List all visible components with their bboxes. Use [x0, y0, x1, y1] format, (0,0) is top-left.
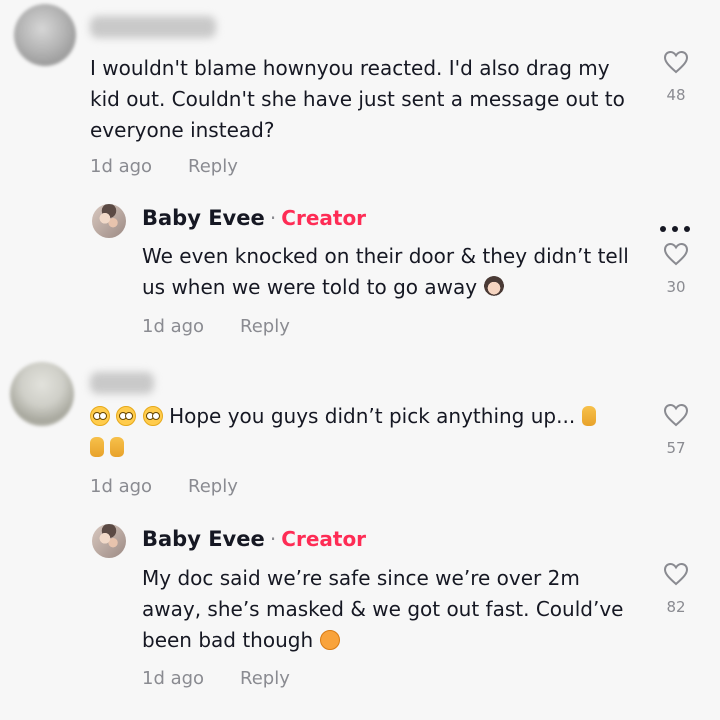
comment-line: been bad though: [142, 625, 652, 656]
comment-timestamp: 1d ago: [90, 156, 153, 177]
commenter-avatar[interactable]: [14, 4, 76, 66]
comment-body: We even knocked on their door & they did…: [142, 241, 652, 303]
comment-body: My doc said we’re safe since we’re over …: [142, 563, 652, 656]
comment-timestamp: 1d ago: [142, 316, 205, 337]
commenter-name-blurred[interactable]: [90, 16, 216, 38]
comment-line: [90, 432, 650, 463]
like-heart-icon[interactable]: [663, 50, 689, 74]
author-name[interactable]: Baby Evee: [142, 527, 265, 551]
comment-line: kid out. Couldn't she have just sent a m…: [90, 87, 625, 111]
flushed-face-icon: [90, 406, 110, 426]
comment-header: Baby Evee · Creator: [142, 206, 366, 230]
crossed-fingers-icon: [90, 437, 104, 457]
comment-line: away, she’s masked & we got out fast. Co…: [142, 597, 624, 621]
reply-button[interactable]: Reply: [240, 668, 290, 689]
creator-avatar[interactable]: [92, 204, 126, 238]
creator-badge: Creator: [281, 527, 367, 551]
more-options-icon[interactable]: [658, 218, 692, 232]
comment-line: everyone instead?: [90, 118, 275, 142]
like-count: 82: [666, 598, 686, 616]
comment-line: us when we were told to go away: [142, 272, 652, 303]
creator-avatar[interactable]: [92, 524, 126, 558]
reply-button[interactable]: Reply: [188, 156, 238, 177]
creator-badge: Creator: [281, 206, 367, 230]
like-heart-icon[interactable]: [663, 242, 689, 266]
like-count: 48: [666, 86, 686, 104]
author-name[interactable]: Baby Evee: [142, 206, 265, 230]
comment-line: Hope you guys didn’t pick anything up...: [90, 401, 650, 432]
flushed-face-icon: [116, 406, 137, 426]
angry-face-icon: [319, 630, 340, 650]
separator-dot: ·: [269, 206, 277, 230]
like-heart-icon[interactable]: [663, 562, 689, 586]
comment-timestamp: 1d ago: [90, 476, 153, 497]
crossed-fingers-icon: [110, 437, 125, 457]
reply-button[interactable]: Reply: [188, 476, 238, 497]
like-heart-icon[interactable]: [663, 403, 689, 427]
comment-line: We even knocked on their door & they did…: [142, 244, 629, 268]
separator-dot: ·: [269, 527, 277, 551]
crossed-fingers-icon: [581, 406, 596, 426]
woman-facepalming-icon: [483, 276, 506, 298]
comment-line-text: been bad though: [142, 628, 314, 652]
comment-timestamp: 1d ago: [142, 668, 205, 689]
comment-body: I wouldn't blame hownyou reacted. I'd al…: [90, 53, 650, 146]
like-count: 57: [666, 439, 686, 457]
flushed-face-icon: [142, 406, 163, 426]
like-count: 30: [666, 278, 686, 296]
comment-line: I wouldn't blame hownyou reacted. I'd al…: [90, 56, 610, 80]
comment-line-text: Hope you guys didn’t pick anything up...: [169, 404, 576, 428]
reply-button[interactable]: Reply: [240, 316, 290, 337]
comment-header: Baby Evee · Creator: [142, 527, 366, 551]
comment-line-text: us when we were told to go away: [142, 275, 478, 299]
comment-line: My doc said we’re safe since we’re over …: [142, 566, 580, 590]
commenter-name-blurred[interactable]: [90, 372, 154, 394]
comment-body: Hope you guys didn’t pick anything up...: [90, 401, 650, 463]
commenter-avatar[interactable]: [10, 362, 74, 426]
